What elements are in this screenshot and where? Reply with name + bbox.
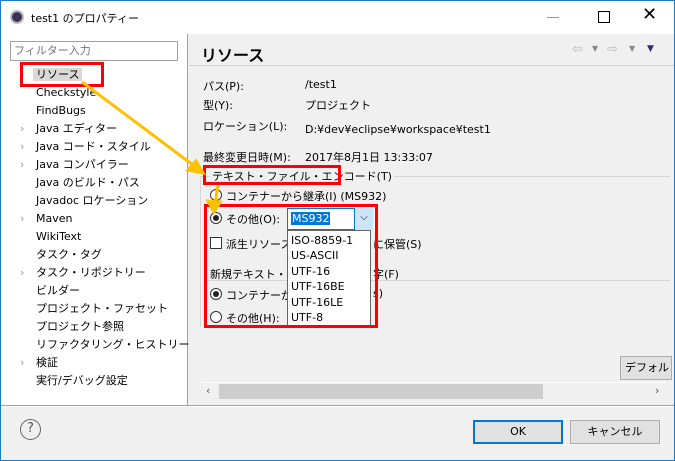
scrollbar-thumb[interactable] [219,384,543,399]
arrow-to-encoding [81,80,198,170]
scroll-left-icon[interactable]: ‹ [206,384,210,397]
arrowhead-icon [205,199,223,216]
cancel-button[interactable]: キャンセル [570,420,660,444]
help-icon[interactable]: ? [20,419,41,440]
scroll-right-icon[interactable]: › [655,384,659,397]
footer-separator [1,405,674,407]
horizontal-scrollbar[interactable]: ‹ › [202,382,666,399]
default-button[interactable]: デフォルト [620,356,672,380]
ok-button[interactable]: OK [473,420,563,444]
